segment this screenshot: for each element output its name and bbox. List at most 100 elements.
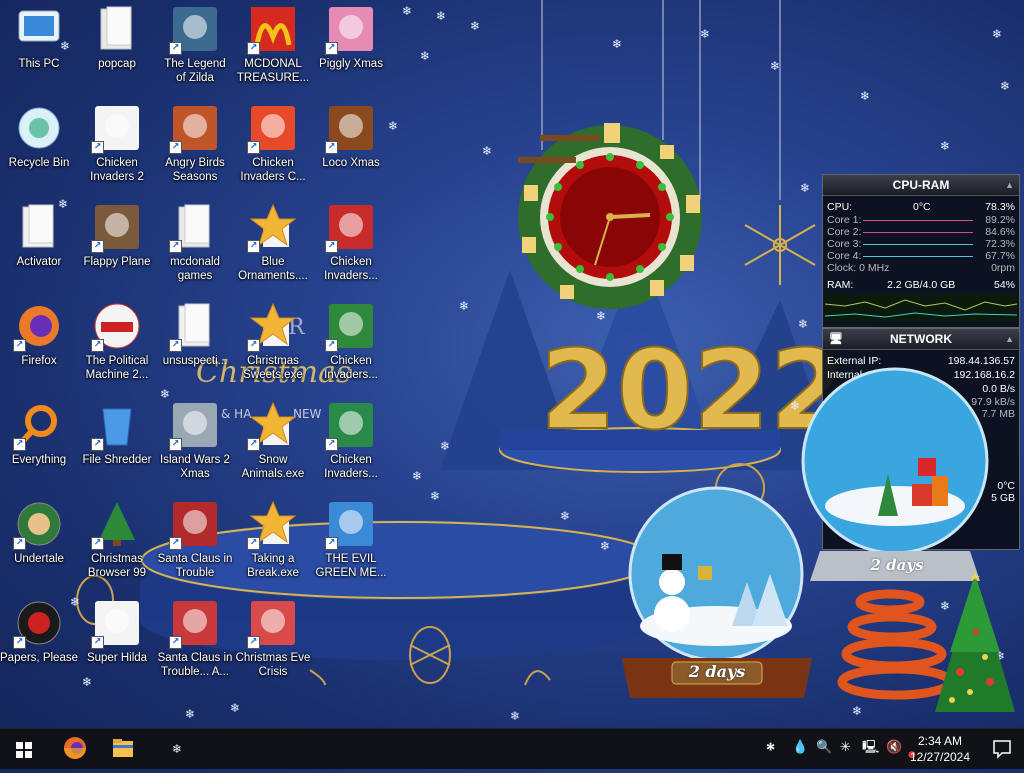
desktop-icon-label: MCDONAL TREASURE... (236, 58, 310, 84)
shortcut-arrow-icon: ↗ (91, 636, 104, 649)
desktop-icon-label: Christmas Sweets.exe (243, 355, 303, 381)
chicken-invaders-c-icon: ↗ (247, 104, 297, 154)
desktop-icon-flappy-plane[interactable]: ↗ Flappy Plane (78, 200, 156, 296)
shortcut-arrow-icon: ↗ (13, 537, 26, 550)
desktop-icon-papers-please[interactable]: ↗ Papers, Please (0, 596, 78, 692)
taking-a-break-icon: ↗ (247, 500, 297, 550)
taskbar: ❄ 🞷 💧 🔍 ✳ 🖳 🔇 ● 2:34 AM 12/27/2024 (0, 728, 1024, 769)
desktop-icon-label: Everything (11, 454, 67, 466)
santa-claus-in-trouble-icon: ↗ (169, 500, 219, 550)
tray-drop-icon[interactable]: 💧 (792, 740, 808, 756)
desktop-icon-blue-ornaments[interactable]: ↗ Blue Ornaments.... (234, 200, 312, 296)
christmas-tree-gadget[interactable] (830, 572, 1020, 722)
desktop-icon-taking-a-break[interactable]: ↗ Taking a Break.exe (234, 497, 312, 593)
ram-percent: 54% (993, 279, 1015, 291)
desktop-icon-undertale[interactable]: ↗ Undertale (0, 497, 78, 593)
taskbar-firefox-button[interactable] (52, 729, 98, 769)
desktop-icon-super-hilda[interactable]: ↗ Super Hilda (78, 596, 156, 692)
collapse-icon[interactable]: ▲ (1005, 329, 1014, 349)
desktop-icon-label: The Political Machine 2... (85, 355, 149, 381)
desktop-icon-this-pc[interactable]: This PC (0, 2, 78, 98)
santa-claus-in-trouble-a-icon: ↗ (169, 599, 219, 649)
desktop-icon-label: Island Wars 2 Xmas (160, 454, 230, 480)
desktop-icon-piggly-xmas[interactable]: ↗ Piggly Xmas (312, 2, 390, 98)
tray-search-icon[interactable]: 🔍 (816, 740, 832, 756)
tray-volume-muted-icon[interactable]: 🔇 (886, 740, 902, 756)
island-wars-2-xmas-icon: ↗ (169, 401, 219, 451)
desktop-icon-chicken-invaders[interactable]: ↗ Chicken Invaders... (312, 200, 390, 296)
desktop-icon-label: Chicken Invaders 2 (90, 157, 144, 183)
desktop-icon-christmas-sweets[interactable]: ↗ Christmas Sweets.exe (234, 299, 312, 395)
desktop-icon-label: Taking a Break.exe (247, 553, 299, 579)
taskbar-clock[interactable]: 2:34 AM 12/27/2024 (905, 733, 975, 765)
desktop-icon-santa-claus-in-trouble[interactable]: ↗ Santa Claus in Trouble (156, 497, 234, 593)
desktop-icon-loco-xmas[interactable]: ↗ Loco Xmas (312, 101, 390, 197)
tray-network-group-icon[interactable]: 🞷 (766, 740, 775, 756)
angry-birds-seasons-icon: ↗ (169, 104, 219, 154)
desktop-icon-chicken-invaders[interactable]: ↗ Chicken Invaders... (312, 398, 390, 494)
desktop-icon-label: Chicken Invaders... (324, 355, 378, 381)
desktop-icon-christmas-eve-crisis[interactable]: ↗ Christmas Eve Crisis (234, 596, 312, 692)
desktop-icon-unsuspecting[interactable]: ↗ unsuspecti... (156, 299, 234, 395)
desktop-icon-recycle-bin[interactable]: Recycle Bin (0, 101, 78, 197)
recycle-bin-icon (15, 104, 63, 152)
desktop-icon-activator[interactable]: Activator (0, 200, 78, 296)
clock-speed: Clock: 0 MHz (827, 262, 890, 274)
desktop-icon-file-shredder[interactable]: ↗ File Shredder (78, 398, 156, 494)
tray-sparkle-icon[interactable]: ✳ (840, 740, 851, 756)
piggly-xmas-icon: ↗ (325, 5, 375, 55)
snow-animals-icon: ↗ (247, 401, 297, 451)
desktop-icon-island-wars-2-xmas[interactable]: ↗ Island Wars 2 Xmas (156, 398, 234, 494)
snow-globe-gadget[interactable]: 2 days (800, 366, 990, 586)
start-button[interactable] (0, 729, 48, 769)
collapse-icon[interactable]: ▲ (1005, 175, 1014, 195)
popcap-icon (93, 5, 141, 53)
desktop-icon-christmas-browser-99[interactable]: ↗ Christmas Browser 99 (78, 497, 156, 593)
shortcut-arrow-icon: ↗ (247, 339, 260, 352)
clock-gadget[interactable] (500, 105, 720, 325)
cpu-ram-title: CPU-RAM (892, 178, 950, 192)
desktop-icon-firefox[interactable]: ↗ Firefox (0, 299, 78, 395)
notification-icon (993, 740, 1011, 759)
desktop-icon-label: popcap (98, 58, 136, 70)
everything-icon: ↗ (13, 401, 63, 451)
desktop-icon-popcap[interactable]: popcap (78, 2, 156, 98)
shortcut-arrow-icon: ↗ (169, 636, 182, 649)
desktop-icon-label: THE EVIL GREEN ME... (315, 553, 387, 579)
desktop-icon-chicken-invaders[interactable]: ↗ Chicken Invaders... (312, 299, 390, 395)
desktop-icon-santa-claus-in-trouble-a[interactable]: ↗ Santa Claus in Trouble... A... (156, 596, 234, 692)
core-bar (863, 232, 973, 233)
desktop-icon-political-machine[interactable]: ↗ The Political Machine 2... (78, 299, 156, 395)
core-bar (863, 220, 973, 221)
notification-center-button[interactable] (980, 729, 1024, 769)
desktop-icon-evil-green-me[interactable]: ↗ THE EVIL GREEN ME... (312, 497, 390, 593)
drive-temp: 0°C (997, 480, 1015, 492)
desktop-icon-mcdonald-treasure[interactable]: ↗ MCDONAL TREASURE... (234, 2, 312, 98)
desktop-icon-label: Chicken Invaders... (324, 454, 378, 480)
shortcut-arrow-icon: ↗ (247, 240, 260, 253)
clock-face (518, 123, 702, 309)
cpu-ram-gadget[interactable]: CPU-RAM ▲ CPU: 0°C 78.3% Core 1: 89.2% Co… (822, 174, 1020, 328)
political-machine-icon: ↗ (91, 302, 141, 352)
snow-globe-gadget[interactable]: 2 days (612, 486, 822, 706)
super-hilda-icon: ↗ (91, 599, 141, 649)
desktop-icon-label: Chicken Invaders... (324, 256, 378, 282)
taskbar-file-explorer-button[interactable] (100, 729, 146, 769)
christmas-browser-99-icon: ↗ (91, 500, 141, 550)
desktop-icon-angry-birds-seasons[interactable]: ↗ Angry Birds Seasons (156, 101, 234, 197)
desktop-icon-mcdonald-games[interactable]: ↗ mcdonald games (156, 200, 234, 296)
desktop-icon-label: Recycle Bin (8, 157, 70, 169)
core-label: Core 4: (827, 250, 862, 262)
network-title: NETWORK (890, 332, 952, 346)
clock-time: 2:34 AM (917, 734, 963, 748)
desktop-icon-everything[interactable]: ↗ Everything (0, 398, 78, 494)
christmas-sweets-icon: ↗ (247, 302, 297, 352)
desktop-icon-chicken-invaders-2[interactable]: ↗ Chicken Invaders 2 (78, 101, 156, 197)
desktop-icon-chicken-invaders-c[interactable]: ↗ Chicken Invaders C... (234, 101, 312, 197)
desktop-icon-label: Loco Xmas (322, 157, 380, 169)
tray-network-icon[interactable]: 🖳 (862, 740, 879, 756)
desktop-icon-legend-of-zilda[interactable]: ↗ The Legend of Zilda (156, 2, 234, 98)
desktop[interactable]: 2022 Christmas ER & HA NEW ❄❄ ❄❄ ❄❄ ❄❄ ❄… (0, 0, 1024, 728)
desktop-icon-snow-animals[interactable]: ↗ Snow Animals.exe (234, 398, 312, 494)
legend-of-zilda-icon: ↗ (169, 5, 219, 55)
